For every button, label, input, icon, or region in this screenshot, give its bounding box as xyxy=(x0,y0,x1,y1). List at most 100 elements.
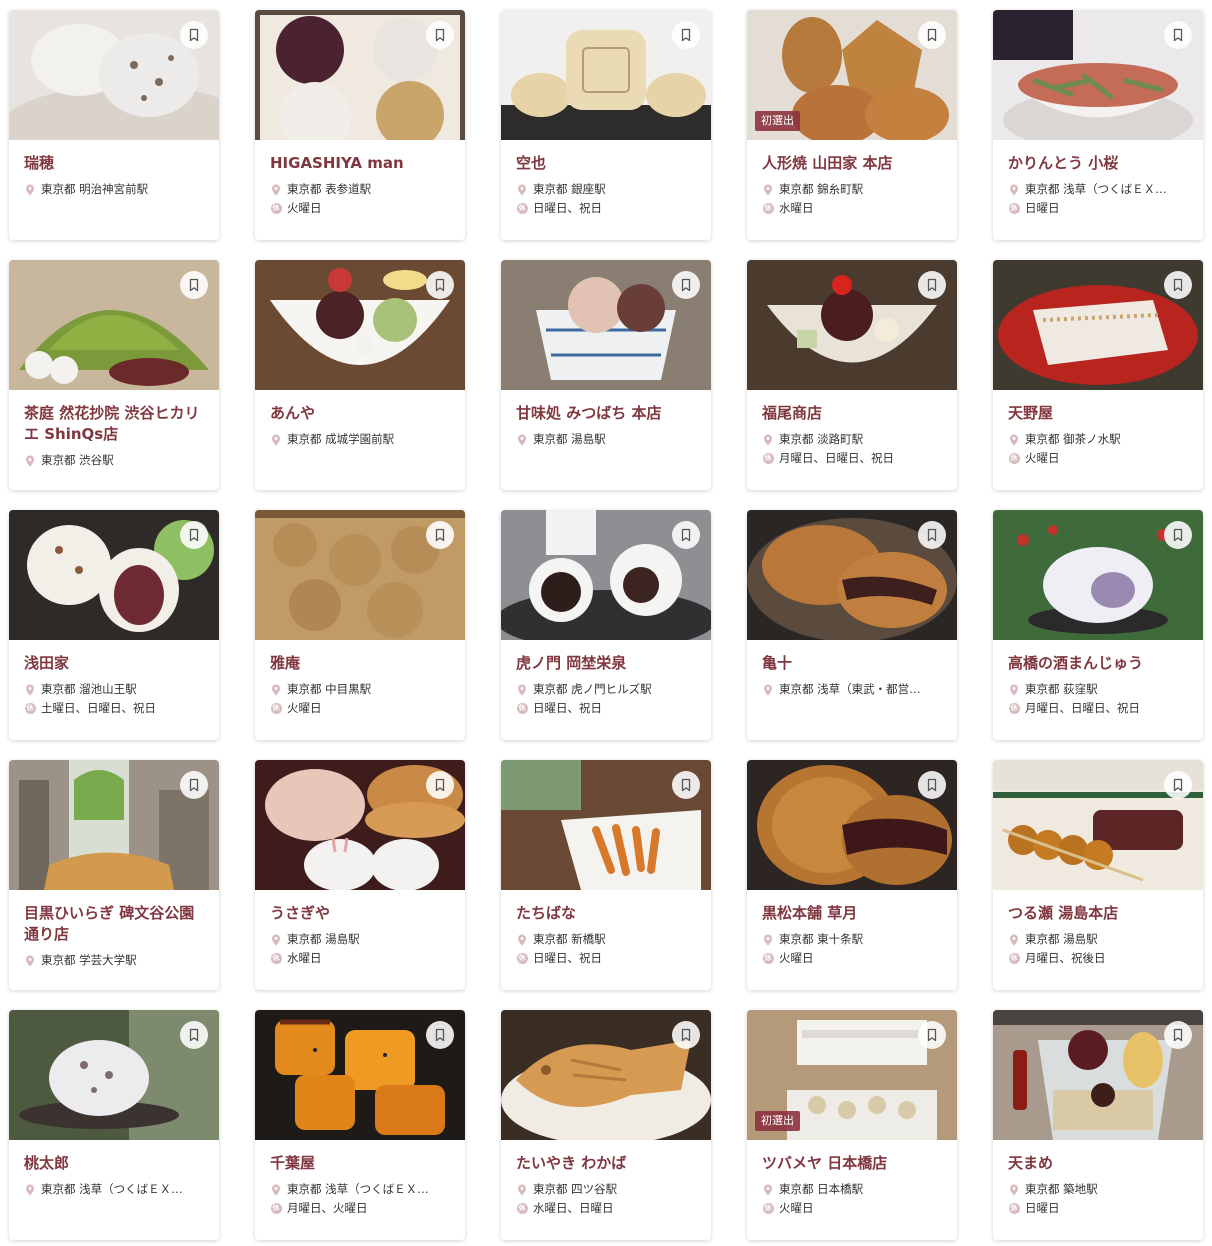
shop-card[interactable]: うさぎや 東京都 湯島駅 休水曜日 xyxy=(255,760,465,990)
bookmark-icon[interactable] xyxy=(918,771,946,799)
shop-location: 東京都 溜池山王駅 xyxy=(24,682,204,697)
bookmark-icon[interactable] xyxy=(180,771,208,799)
shop-card[interactable]: 桃太郎 東京都 浅草（つくばＥＸ… xyxy=(9,1010,219,1240)
shop-card[interactable]: あんや 東京都 成城学園前駅 xyxy=(255,260,465,490)
shop-location: 東京都 中目黒駅 xyxy=(270,682,450,697)
shop-card[interactable]: 瑞穂 東京都 明治神宮前駅 xyxy=(9,10,219,240)
bookmark-icon[interactable] xyxy=(1164,21,1192,49)
shop-closed-days: 休月曜日、日曜日、祝日 xyxy=(1008,701,1188,716)
shop-location: 東京都 浅草（つくばＥＸ… xyxy=(270,1182,450,1197)
bookmark-icon[interactable] xyxy=(672,521,700,549)
map-pin-icon xyxy=(516,934,528,946)
shop-card[interactable]: たちばな 東京都 新橋駅 休日曜日、祝日 xyxy=(501,760,711,990)
shop-photo xyxy=(747,760,957,890)
bookmark-icon[interactable] xyxy=(426,271,454,299)
shop-name: 雅庵 xyxy=(270,654,301,672)
shop-card[interactable]: 天野屋 東京都 御茶ノ水駅 休火曜日 xyxy=(993,260,1203,490)
shop-photo xyxy=(9,260,219,390)
closed-text: 日曜日、祝日 xyxy=(533,701,602,715)
bookmark-icon[interactable] xyxy=(672,271,700,299)
shop-card[interactable]: 甘味処 みつばち 本店 東京都 湯島駅 xyxy=(501,260,711,490)
shop-card[interactable]: 天まめ 東京都 築地駅 休日曜日 xyxy=(993,1010,1203,1240)
bookmark-icon[interactable] xyxy=(426,771,454,799)
bookmark-icon[interactable] xyxy=(672,1021,700,1049)
bookmark-icon[interactable] xyxy=(426,521,454,549)
shop-card[interactable]: 茶庭 然花抄院 渋谷ヒカリエ ShinQs店 東京都 渋谷駅 xyxy=(9,260,219,490)
shop-name: たいやき わかば xyxy=(516,1154,627,1172)
map-pin-icon xyxy=(270,684,282,696)
map-pin-icon xyxy=(762,934,774,946)
shop-photo xyxy=(255,510,465,640)
map-pin-icon xyxy=(1008,934,1020,946)
closed-text: 日曜日 xyxy=(1025,1201,1060,1215)
shop-location: 東京都 学芸大学駅 xyxy=(24,953,204,968)
shop-name: 天まめ xyxy=(1008,1154,1054,1172)
shop-photo xyxy=(9,510,219,640)
shop-card[interactable]: 浅田家 東京都 溜池山王駅 休土曜日、日曜日、祝日 xyxy=(9,510,219,740)
bookmark-icon[interactable] xyxy=(918,1021,946,1049)
location-text: 東京都 錦糸町駅 xyxy=(779,182,864,196)
shop-closed-days: 休日曜日、祝日 xyxy=(516,201,696,216)
shop-location: 東京都 築地駅 xyxy=(1008,1182,1188,1197)
shop-card[interactable]: 千葉屋 東京都 浅草（つくばＥＸ… 休月曜日、火曜日 xyxy=(255,1010,465,1240)
shop-card[interactable]: かりんとう 小桜 東京都 浅草（つくばＥＸ… 休日曜日 xyxy=(993,10,1203,240)
location-text: 東京都 中目黒駅 xyxy=(287,682,372,696)
shop-card[interactable]: 虎ノ門 岡埜栄泉 東京都 虎ノ門ヒルズ駅 休日曜日、祝日 xyxy=(501,510,711,740)
map-pin-icon xyxy=(762,1184,774,1196)
bookmark-icon[interactable] xyxy=(180,271,208,299)
shop-card[interactable]: HIGASHIYA man 東京都 表参道駅 休火曜日 xyxy=(255,10,465,240)
location-text: 東京都 浅草（つくばＥＸ… xyxy=(41,1182,183,1196)
closed-text: 火曜日 xyxy=(287,201,322,215)
shop-closed-days: 休土曜日、日曜日、祝日 xyxy=(24,701,204,716)
shop-location: 東京都 東十条駅 xyxy=(762,932,942,947)
shop-card[interactable]: 空也 東京都 銀座駅 休日曜日、祝日 xyxy=(501,10,711,240)
map-pin-icon xyxy=(762,184,774,196)
shop-card[interactable]: たいやき わかば 東京都 四ツ谷駅 休水曜日、日曜日 xyxy=(501,1010,711,1240)
shop-closed-days: 休火曜日 xyxy=(270,201,450,216)
bookmark-icon[interactable] xyxy=(672,771,700,799)
shop-location: 東京都 明治神宮前駅 xyxy=(24,182,204,197)
map-pin-icon xyxy=(1008,184,1020,196)
bookmark-icon[interactable] xyxy=(180,521,208,549)
shop-card[interactable]: 初選出 ツバメヤ 日本橋店 東京都 日本橋駅 休火曜日 xyxy=(747,1010,957,1240)
shop-closed-days: 休水曜日 xyxy=(270,951,450,966)
shop-card[interactable]: 初選出 人形焼 山田家 本店 東京都 錦糸町駅 休水曜日 xyxy=(747,10,957,240)
location-text: 東京都 虎ノ門ヒルズ駅 xyxy=(533,682,652,696)
bookmark-icon[interactable] xyxy=(426,21,454,49)
shop-name: 瑞穂 xyxy=(24,154,55,172)
bookmark-icon[interactable] xyxy=(180,1021,208,1049)
shop-photo xyxy=(993,10,1203,140)
shop-closed-days: 休月曜日、日曜日、祝日 xyxy=(762,451,942,466)
bookmark-icon[interactable] xyxy=(426,1021,454,1049)
map-pin-icon xyxy=(1008,434,1020,446)
location-text: 東京都 成城学園前駅 xyxy=(287,432,395,446)
map-pin-icon xyxy=(516,1184,528,1196)
shop-closed-days: 休日曜日、祝日 xyxy=(516,701,696,716)
closed-day-icon: 休 xyxy=(516,703,528,714)
bookmark-icon[interactable] xyxy=(1164,271,1192,299)
closed-day-icon: 休 xyxy=(1008,1203,1020,1214)
map-pin-icon xyxy=(270,434,282,446)
bookmark-icon[interactable] xyxy=(180,21,208,49)
bookmark-icon[interactable] xyxy=(1164,521,1192,549)
shop-photo xyxy=(9,760,219,890)
location-text: 東京都 淡路町駅 xyxy=(779,432,864,446)
shop-card[interactable]: 雅庵 東京都 中目黒駅 休火曜日 xyxy=(255,510,465,740)
shop-card[interactable]: 黒松本舗 草月 東京都 東十条駅 休火曜日 xyxy=(747,760,957,990)
closed-day-icon: 休 xyxy=(762,203,774,214)
shop-name: 桃太郎 xyxy=(24,1154,70,1172)
bookmark-icon[interactable] xyxy=(1164,1021,1192,1049)
map-pin-icon xyxy=(762,434,774,446)
shop-card[interactable]: 目黒ひいらぎ 碑文谷公園通り店 東京都 学芸大学駅 xyxy=(9,760,219,990)
bookmark-icon[interactable] xyxy=(918,21,946,49)
shop-card[interactable]: 福尾商店 東京都 淡路町駅 休月曜日、日曜日、祝日 xyxy=(747,260,957,490)
closed-text: 月曜日、日曜日、祝日 xyxy=(1025,701,1140,715)
bookmark-icon[interactable] xyxy=(918,521,946,549)
shop-card[interactable]: 亀十 東京都 浅草（東武・都営… xyxy=(747,510,957,740)
shop-card[interactable]: 高橋の酒まんじゅう 東京都 荻窪駅 休月曜日、日曜日、祝日 xyxy=(993,510,1203,740)
bookmark-icon[interactable] xyxy=(1164,771,1192,799)
shop-card[interactable]: つる瀬 湯島本店 東京都 湯島駅 休月曜日、祝後日 xyxy=(993,760,1203,990)
bookmark-icon[interactable] xyxy=(918,271,946,299)
bookmark-icon[interactable] xyxy=(672,21,700,49)
shop-photo xyxy=(993,1010,1203,1140)
